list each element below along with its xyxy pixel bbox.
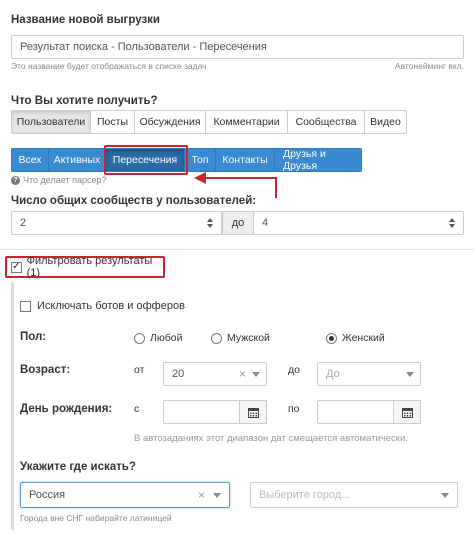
birthday-to-input[interactable] <box>317 400 394 424</box>
gender-male-radio[interactable] <box>211 332 222 344</box>
gender-female-radio[interactable] <box>326 332 337 344</box>
birthday-from-input[interactable] <box>163 400 240 424</box>
country-select[interactable]: Россия × <box>20 482 230 508</box>
common-groups-from-value: 2 <box>20 217 27 229</box>
calendar-icon <box>401 407 413 418</box>
tab-users[interactable]: Пользователи <box>11 110 91 134</box>
exclude-bots-label: Исключать ботов и офферов <box>37 300 185 312</box>
age-to-label: до <box>288 364 300 376</box>
content-type-tabs: Пользователи Посты Обсуждения Комментари… <box>11 110 407 134</box>
birthday-from-field <box>163 400 267 424</box>
intersections-highlight <box>104 145 188 175</box>
gender-any-radio[interactable] <box>134 332 145 344</box>
tab-discussions[interactable]: Обсуждения <box>134 110 206 134</box>
age-from-value: 20 <box>172 368 185 380</box>
birthday-from-calendar-button[interactable] <box>239 400 267 424</box>
age-from-select[interactable]: 20 × <box>163 362 267 386</box>
city-placeholder: Выберите город... <box>259 489 351 501</box>
auto-naming-toggle[interactable]: Автонейминг вкл. <box>395 61 464 71</box>
export-name-input[interactable]: Результат поиска - Пользователи - Пересе… <box>11 35 464 59</box>
export-name-label: Название новой выгрузки <box>11 14 160 26</box>
gender-male[interactable]: Мужской <box>211 332 270 344</box>
exclude-bots-checkbox[interactable] <box>20 300 31 312</box>
spinner-icon[interactable] <box>449 218 455 228</box>
gender-female[interactable]: Женский <box>326 332 385 344</box>
birthday-to-field <box>317 400 421 424</box>
tab-video[interactable]: Видео <box>364 110 407 134</box>
clear-icon[interactable]: × <box>198 488 205 502</box>
calendar-icon <box>247 407 259 418</box>
tab-communities[interactable]: Сообщества <box>287 110 365 134</box>
gender-female-label: Женский <box>342 332 385 344</box>
common-groups-to-value: 4 <box>262 217 269 229</box>
parser-help-link[interactable]: Что делает парсер? <box>23 175 106 185</box>
chevron-down-icon <box>213 492 221 498</box>
country-value: Россия <box>29 489 66 501</box>
gender-label: Пол: <box>20 331 47 343</box>
age-to-placeholder: До <box>326 368 340 380</box>
birthday-hint: В автозаданиях этот диапазон дат смещает… <box>134 433 408 444</box>
gender-male-label: Мужской <box>227 332 270 344</box>
tab-all[interactable]: Всех <box>11 148 49 172</box>
birthday-to-calendar-button[interactable] <box>393 400 421 424</box>
gender-any-label: Любой <box>150 332 183 344</box>
export-name-value: Результат поиска - Пользователи - Пересе… <box>20 41 267 53</box>
chevron-down-icon <box>406 371 414 377</box>
birthday-label: День рождения: <box>20 403 113 415</box>
exclude-bots-option[interactable]: Исключать ботов и офферов <box>20 300 185 312</box>
section-divider <box>0 249 474 250</box>
tab-friends[interactable]: Друзья и Друзья <box>274 148 362 172</box>
city-select[interactable]: Выберите город... <box>250 482 458 508</box>
filter-panel-border <box>11 282 14 530</box>
common-groups-to-input[interactable]: 4 <box>253 211 464 235</box>
age-label: Возраст: <box>20 364 71 376</box>
age-to-select[interactable]: До <box>317 362 421 386</box>
parser-help[interactable]: ? Что делает парсер? <box>11 175 106 185</box>
gender-any[interactable]: Любой <box>134 332 182 344</box>
export-name-hint: Это название будет отображаться в списке… <box>11 61 207 71</box>
what-to-get-label: Что Вы хотите получить? <box>11 95 158 107</box>
spinner-icon[interactable] <box>207 218 213 228</box>
location-hint: Города вне СНГ набирайте латиницей <box>20 513 172 523</box>
birthday-to-label: по <box>288 403 300 415</box>
chevron-down-icon <box>252 371 260 377</box>
chevron-down-icon <box>441 492 449 498</box>
tab-posts[interactable]: Посты <box>90 110 135 134</box>
birthday-from-label: с <box>134 403 140 415</box>
tab-comments[interactable]: Комментарии <box>205 110 288 134</box>
question-icon: ? <box>11 175 20 185</box>
tab-active[interactable]: Активных <box>48 148 106 172</box>
clear-icon[interactable]: × <box>239 367 246 381</box>
location-label: Укажите где искать? <box>20 461 136 473</box>
filter-checkbox[interactable]: ✓ <box>11 261 22 273</box>
filter-results-toggle[interactable]: ✓ Фильтровать результаты (1) <box>5 255 165 279</box>
filter-results-label: Фильтровать результаты (1) <box>26 255 153 279</box>
age-from-label: от <box>134 364 145 376</box>
common-groups-from-input[interactable]: 2 <box>11 211 222 235</box>
common-groups-to-label: до <box>222 211 254 235</box>
common-groups-label: Число общих сообществ у пользователей: <box>11 195 257 207</box>
